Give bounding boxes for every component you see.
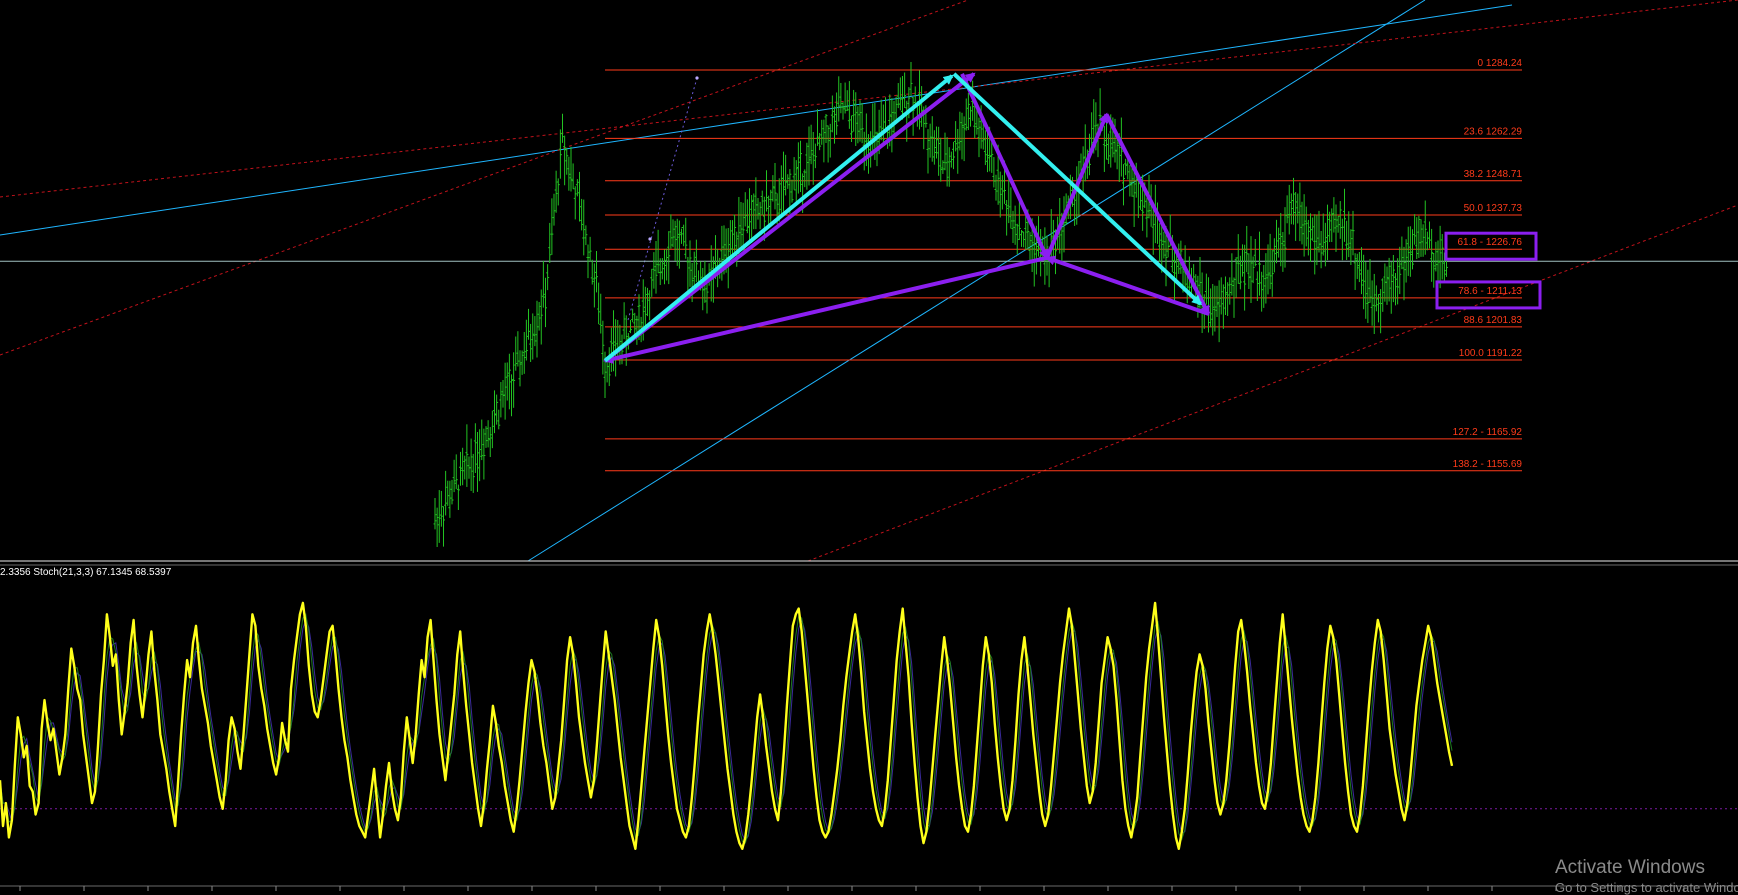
stochastic-label: 2.3356 Stoch(21,3,3) 67.1345 68.5397 — [0, 567, 172, 578]
fib-level-label: 50.0 1237.73 — [1464, 203, 1523, 214]
activate-windows-title: Activate Windows — [1555, 857, 1705, 878]
projection-point — [695, 76, 699, 80]
fib-level-label: 61.8 - 1226.76 — [1458, 237, 1523, 248]
fib-level-label: 100.0 1191.22 — [1459, 348, 1523, 359]
fib-level-label: 127.2 - 1165.92 — [1453, 427, 1523, 438]
fib-level-label: 78.6 - 1211.13 — [1458, 286, 1522, 297]
fib-level-label: 38.2 1248.71 — [1464, 169, 1523, 180]
trading-chart[interactable]: 0 1284.24 23.6 1262.29 38.2 1248.71 50.0 12… — [0, 0, 1738, 891]
fib-level-label: 88.6 1201.83 — [1464, 315, 1523, 326]
fib-level-label: 0 1284.24 — [1478, 58, 1523, 69]
fib-level-label: 23.6 1262.29 — [1464, 126, 1523, 137]
projection-point — [648, 237, 652, 241]
activate-windows-subtitle: Go to Settings to activate Windows. — [1555, 880, 1738, 895]
fib-level-label: 138.2 - 1155.69 — [1453, 459, 1523, 470]
